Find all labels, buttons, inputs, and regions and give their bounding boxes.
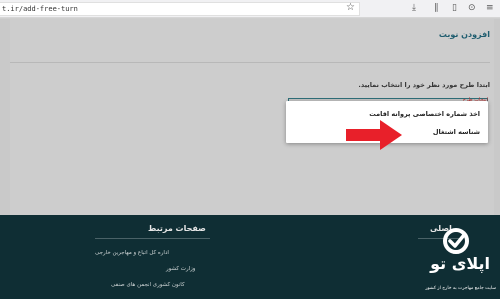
- browser-toolbar: t.ir/add-free-turn ☆ ⤓ ∥ ▯ ⊙ ≡: [0, 0, 500, 18]
- menu-icon[interactable]: ≡: [486, 3, 494, 13]
- red-arrow-icon: [346, 120, 402, 150]
- page-title: افزودن نوبت: [438, 30, 490, 39]
- account-icon[interactable]: ⊙: [468, 3, 476, 13]
- logo-tagline: سایت جامع مهاجرت به خارج از کشور: [425, 286, 496, 291]
- footer-link[interactable]: اداره کل اتباع و مهاجرین خارجی: [95, 250, 169, 256]
- footer-link[interactable]: کانون کشوری انجمن های صنفی: [111, 282, 185, 288]
- dropdown-option-employment-id[interactable]: شناسه اشتغال: [433, 128, 480, 136]
- footer-divider: [95, 238, 210, 239]
- library-icon[interactable]: ∥: [434, 3, 439, 13]
- footer-heading-related: صفحات مرتبط: [148, 224, 206, 233]
- instruction-text: ابتدا طرح مورد نظر خود را انتخاب نمایید.: [358, 81, 490, 89]
- title-divider: [10, 62, 490, 63]
- download-icon[interactable]: ⤓: [412, 3, 416, 13]
- bookmark-star-icon[interactable]: ☆: [346, 3, 355, 13]
- address-bar[interactable]: t.ir/add-free-turn: [0, 2, 360, 16]
- logo-wordmark: اپلای تو: [430, 254, 490, 273]
- footer-link[interactable]: وزارت کشور: [166, 266, 195, 272]
- sidebar-icon[interactable]: ▯: [452, 3, 457, 13]
- dropdown-option-residence-permit[interactable]: اخذ شماره اختصاصی پروانه اقامت: [369, 110, 480, 118]
